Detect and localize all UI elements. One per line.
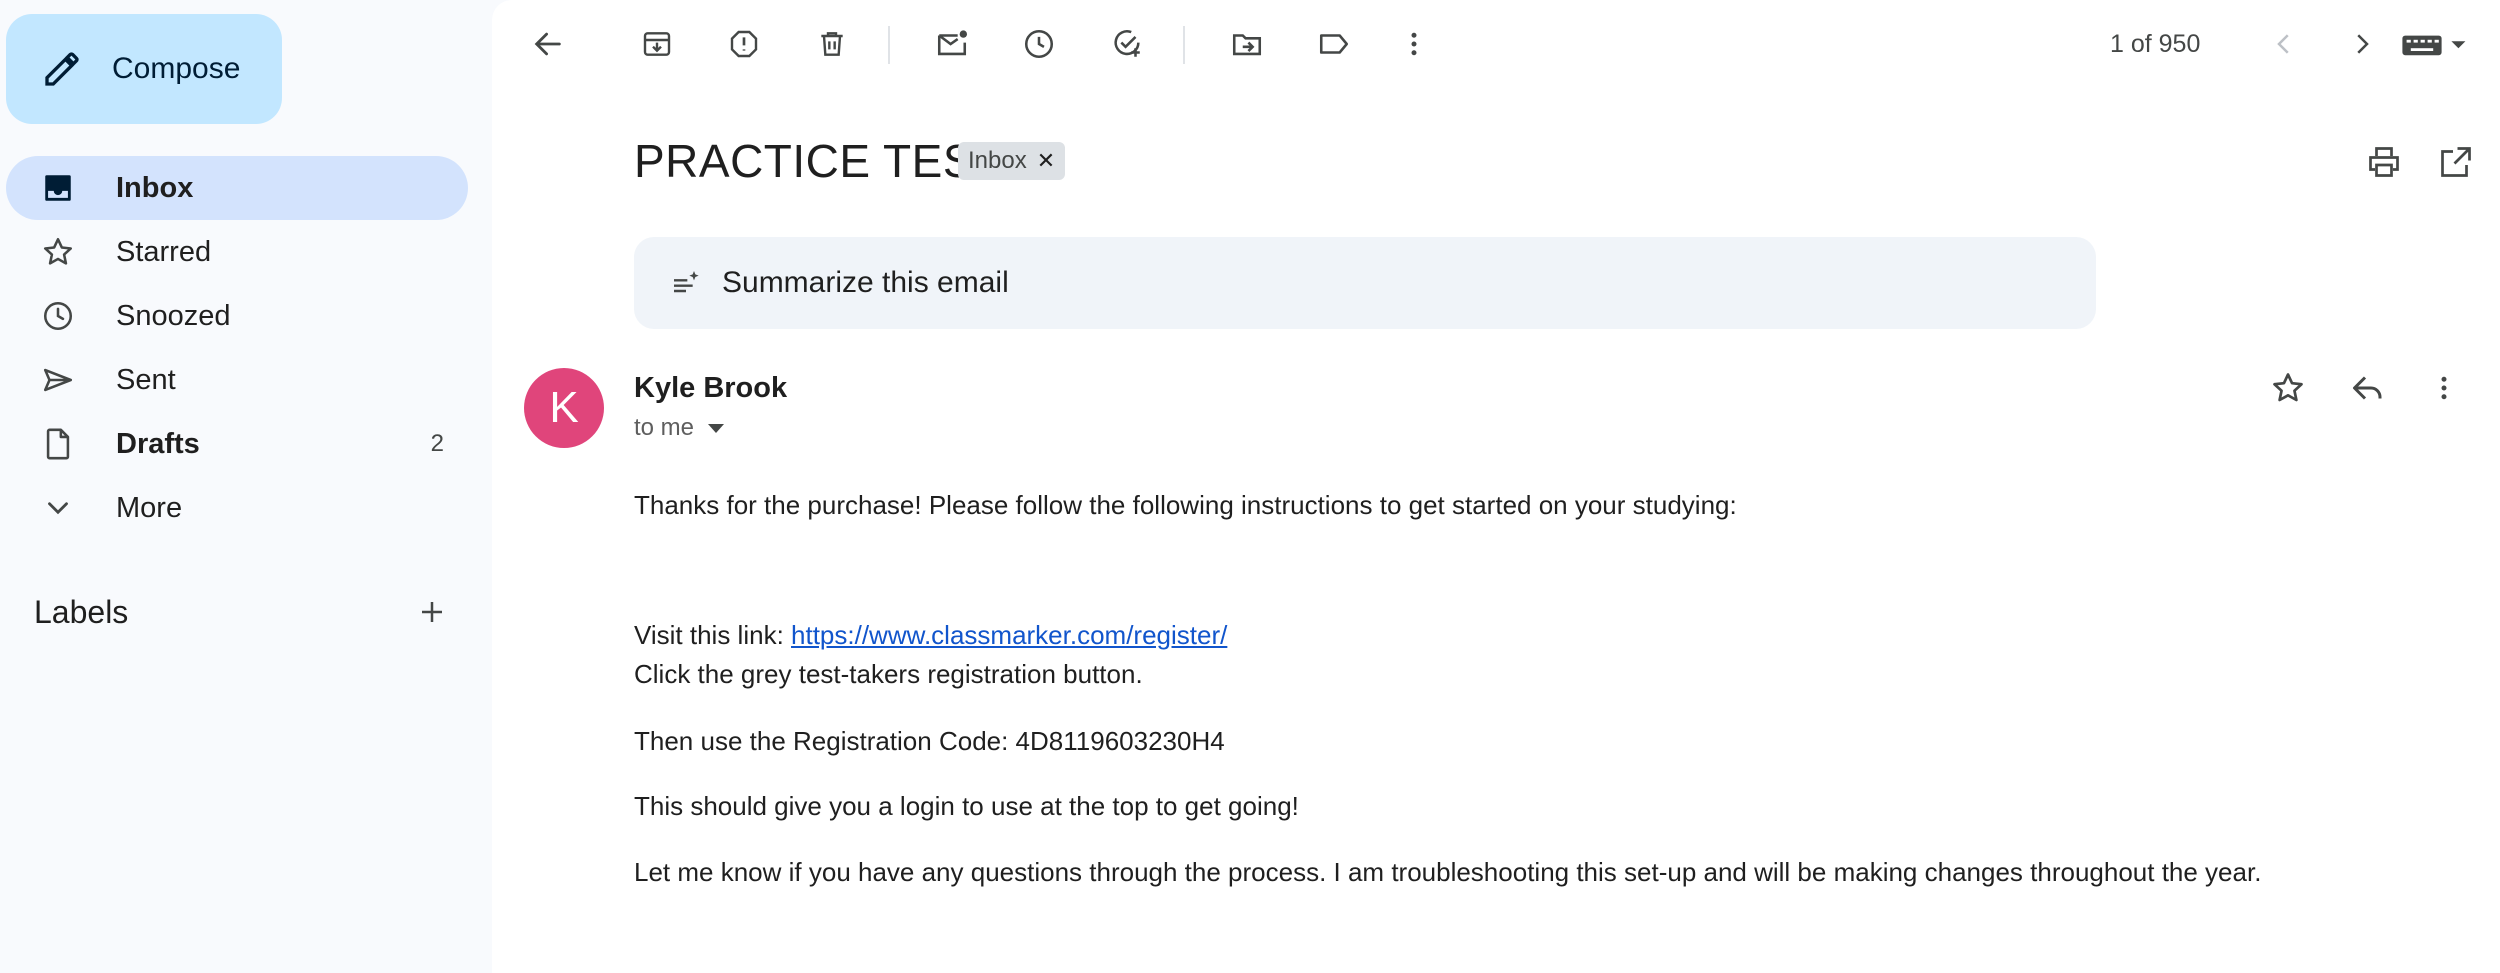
sidebar-item-label: Drafts: [116, 427, 200, 460]
sidebar-item-label: Starred: [116, 235, 212, 268]
toolbar-divider: [888, 26, 890, 64]
drafts-count: 2: [430, 430, 444, 457]
sidebar-item-starred[interactable]: Starred: [6, 220, 468, 284]
older-chevron-right-icon[interactable]: [2340, 22, 2384, 66]
clock-icon: [38, 296, 78, 336]
sidebar-item-label: Inbox: [116, 171, 194, 204]
body-line: Click the grey test-takers registration …: [634, 659, 1143, 689]
recipient-details-toggle[interactable]: to me: [634, 414, 725, 442]
inbox-icon: [38, 168, 78, 208]
summarize-email-button[interactable]: Summarize this email: [634, 237, 2096, 329]
sidebar-item-sent[interactable]: Sent: [6, 348, 468, 412]
inbox-label-text: Inbox: [968, 147, 1027, 174]
label-icon[interactable]: [1312, 22, 1356, 66]
open-in-new-window-icon[interactable]: [2434, 140, 2478, 184]
visit-prefix: Visit this link:: [634, 620, 792, 650]
sidebar-item-label: Sent: [116, 363, 176, 396]
report-spam-icon[interactable]: [722, 22, 766, 66]
body-line: Let me know if you have any questions th…: [634, 857, 2262, 887]
star-icon: [38, 232, 78, 272]
pager-count: 1 of 950: [2110, 30, 2201, 58]
input-tools-keyboard-icon[interactable]: [2396, 22, 2476, 66]
reply-icon[interactable]: [2346, 366, 2390, 410]
body-link-line: Visit this link: https://www.classmarker…: [634, 620, 1227, 651]
draft-icon: [38, 424, 78, 464]
caret-down-icon: [708, 423, 725, 433]
compose-button[interactable]: Compose: [6, 14, 282, 124]
chevron-down-icon: [38, 488, 78, 528]
compose-label: Compose: [112, 52, 241, 85]
body-line: Thanks for the purchase! Please follow t…: [634, 490, 1737, 520]
sender-name[interactable]: Kyle Brook: [634, 372, 787, 405]
move-to-icon[interactable]: [1225, 22, 1269, 66]
print-icon[interactable]: [2362, 140, 2406, 184]
sidebar-item-snoozed[interactable]: Snoozed: [6, 284, 468, 348]
toolbar-divider: [1183, 26, 1185, 64]
star-message-icon[interactable]: [2266, 366, 2310, 410]
sidebar-item-more[interactable]: More: [6, 476, 468, 540]
labels-header: Labels: [34, 590, 454, 634]
message-view: 1 of 950 PRACTICE TEST Inbox ✕ Summarize…: [492, 0, 2500, 973]
sender-avatar[interactable]: K: [524, 368, 604, 448]
delete-icon[interactable]: [810, 22, 854, 66]
inbox-label-chip: Inbox ✕: [958, 142, 1066, 180]
summarize-label: Summarize this email: [722, 266, 1009, 299]
more-vert-icon[interactable]: [1392, 22, 1436, 66]
add-task-icon[interactable]: [1105, 22, 1149, 66]
registration-code-line: Then use the Registration Code: 4D811960…: [634, 726, 1225, 756]
send-icon: [38, 360, 78, 400]
remove-label-icon[interactable]: ✕: [1037, 148, 1055, 174]
back-arrow-icon[interactable]: [526, 22, 570, 66]
sidebar-item-label: Snoozed: [116, 299, 231, 332]
message-more-vert-icon[interactable]: [2422, 366, 2466, 410]
register-link[interactable]: https://www.classmarker.com/register/: [791, 620, 1227, 650]
labels-heading: Labels: [34, 593, 129, 630]
sidebar-item-label: More: [116, 491, 183, 524]
body-line: This should give you a login to use at t…: [634, 791, 1299, 821]
email-subject: PRACTICE TEST: [634, 135, 1003, 187]
add-label-icon[interactable]: [410, 590, 454, 634]
recipient-text: to me: [634, 414, 695, 441]
sidebar-item-inbox[interactable]: Inbox: [6, 156, 468, 220]
summarize-sparkle-icon: [668, 265, 704, 301]
sidebar: Compose Inbox Starred Snoozed Sent Draft…: [0, 0, 490, 973]
pencil-icon: [38, 45, 86, 93]
newer-chevron-left-icon[interactable]: [2262, 22, 2306, 66]
snooze-icon[interactable]: [1017, 22, 1061, 66]
sidebar-item-drafts[interactable]: Drafts 2: [6, 412, 468, 476]
mark-unread-icon[interactable]: [930, 22, 974, 66]
archive-icon[interactable]: [635, 22, 679, 66]
message-toolbar: 1 of 950: [492, 0, 2500, 90]
sidebar-nav: Inbox Starred Snoozed Sent Drafts 2 More: [6, 156, 468, 540]
